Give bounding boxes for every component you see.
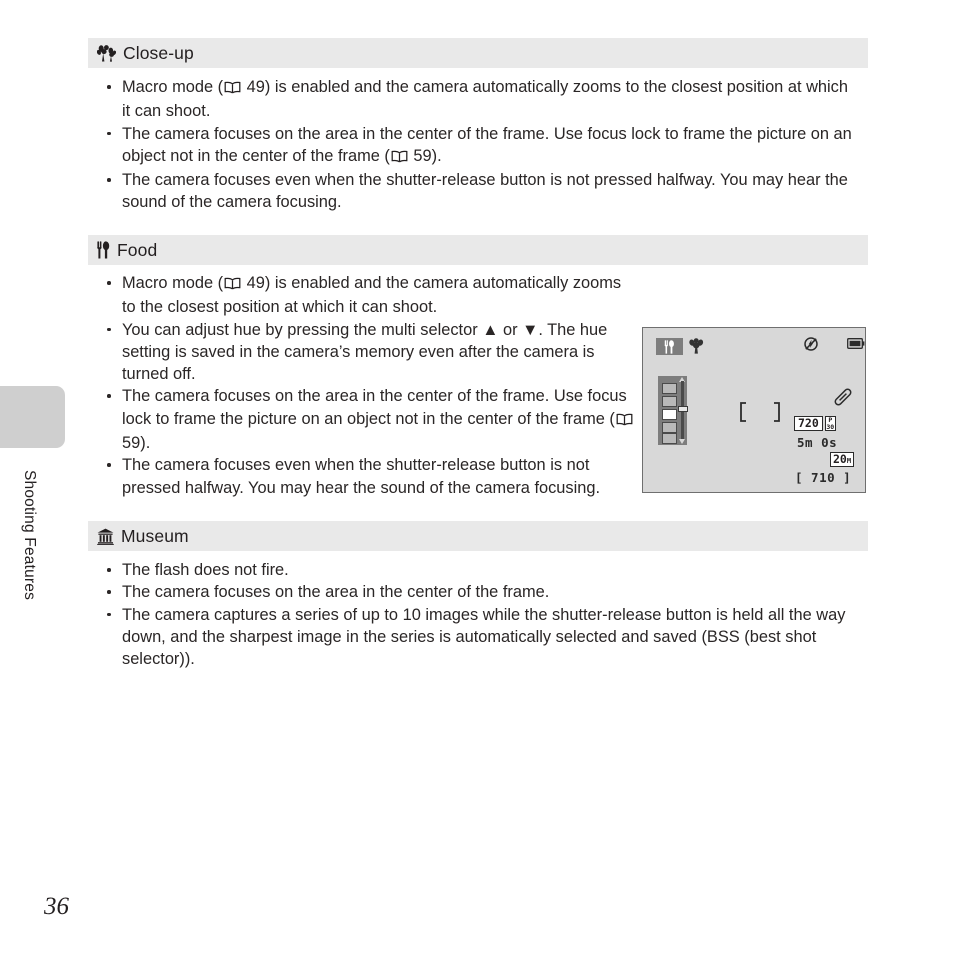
bullet-marker (107, 394, 111, 399)
bullet-marker (107, 327, 111, 332)
lcd-hue-slider-panel[interactable] (658, 376, 688, 445)
bullet-list-museum: The flash does not fire. The camera focus… (99, 559, 859, 670)
lcd-focus-area-brackets (739, 402, 781, 422)
bullet-marker (107, 612, 111, 617)
bullet-text: The camera focuses even when the shutter… (122, 456, 601, 497)
bullet-text: Macro mode ( 49) is enabled and the came… (122, 78, 848, 121)
bullet-text: You can adjust hue by pressing the multi… (122, 320, 608, 384)
lcd-mode-food-icon (656, 338, 683, 355)
section-title: Close-up (123, 42, 194, 63)
page-reference-book-icon (224, 274, 241, 296)
lcd-image-size: 20 M (830, 452, 855, 467)
bullet-item: The flash does not fire. (99, 559, 859, 581)
hue-slider-thumb[interactable] (677, 406, 688, 412)
food-fork-knife-icon (97, 241, 110, 259)
movie-resolution-label: 720 (794, 416, 823, 431)
museum-building-icon (97, 528, 114, 545)
bullet-item: The camera focuses even when the shutter… (99, 454, 639, 499)
lcd-battery-full-icon (847, 338, 865, 349)
bullet-marker (107, 590, 111, 594)
bullet-text: The camera focuses on the area in the ce… (122, 583, 550, 602)
image-size-unit: M (846, 457, 852, 465)
macro-flower-icon (96, 44, 117, 62)
bullet-marker (107, 568, 111, 572)
bullet-item: The camera captures a series of up to 10… (99, 604, 859, 671)
bullet-list-close-up: Macro mode ( 49) is enabled and the came… (99, 76, 859, 214)
page-reference-book-icon (224, 78, 241, 100)
page-reference-book-icon (616, 410, 633, 432)
bullet-text: Macro mode ( 49) is enabled and the came… (122, 274, 622, 317)
lcd-shots-remaining: [ 710 ] (795, 470, 852, 485)
bullet-text: The camera focuses on the area in the ce… (122, 125, 852, 165)
bullet-item: Macro mode ( 49) is enabled and the came… (99, 76, 859, 123)
hue-down-arrow-icon[interactable] (679, 439, 685, 444)
section-header-close-up: Close-up (88, 38, 868, 68)
lcd-macro-flower-icon (688, 338, 705, 354)
hue-swatch-selected[interactable] (662, 409, 677, 420)
movie-fps-badge: P 30 (824, 416, 836, 431)
hue-swatch[interactable] (662, 383, 677, 394)
chapter-tab (0, 386, 65, 448)
bullet-marker (107, 463, 111, 467)
camera-lcd-illustration: 720 P 30 5m 0s 20 M [ 710 ] (642, 327, 866, 493)
lcd-record-time: 5m 0s (797, 435, 838, 450)
bullet-marker (107, 131, 111, 136)
bullet-item: The camera focuses on the area in the ce… (99, 581, 859, 603)
lcd-flash-off-icon (804, 337, 818, 351)
movie-fps-value: 30 (826, 423, 835, 431)
hue-swatch[interactable] (662, 433, 677, 444)
bullet-item: The camera focuses on the area in the ce… (99, 385, 639, 454)
hue-swatch[interactable] (662, 396, 677, 407)
section-header-food: Food (88, 235, 868, 265)
lcd-vibration-reduction-icon (833, 387, 853, 407)
bullet-marker (107, 281, 111, 285)
bullet-text: The camera captures a series of up to 10… (122, 605, 846, 669)
bullet-item: You can adjust hue by pressing the multi… (99, 319, 639, 386)
bullet-item: The camera focuses on the area in the ce… (99, 123, 859, 170)
section-header-museum: Museum (88, 521, 868, 551)
hue-swatch[interactable] (662, 422, 677, 433)
bullet-item: The camera focuses even when the shutter… (99, 169, 859, 214)
image-size-value: 20 (833, 452, 847, 466)
bullet-list-food: Macro mode ( 49) is enabled and the came… (99, 272, 639, 499)
bullet-text: The camera focuses on the area in the ce… (122, 387, 634, 452)
bullet-text: The flash does not fire. (122, 561, 289, 579)
bullet-marker (107, 178, 111, 182)
page-number: 36 (44, 893, 69, 920)
section-title: Museum (121, 525, 189, 546)
bullet-item: Macro mode ( 49) is enabled and the came… (99, 272, 639, 319)
bullet-marker (107, 85, 111, 89)
bullet-text: The camera focuses even when the shutter… (122, 171, 848, 212)
chapter-tab-label: Shooting Features (21, 470, 38, 601)
page-reference-book-icon (391, 147, 408, 169)
lcd-movie-quality: 720 P 30 (794, 416, 836, 431)
section-title: Food (117, 239, 158, 260)
